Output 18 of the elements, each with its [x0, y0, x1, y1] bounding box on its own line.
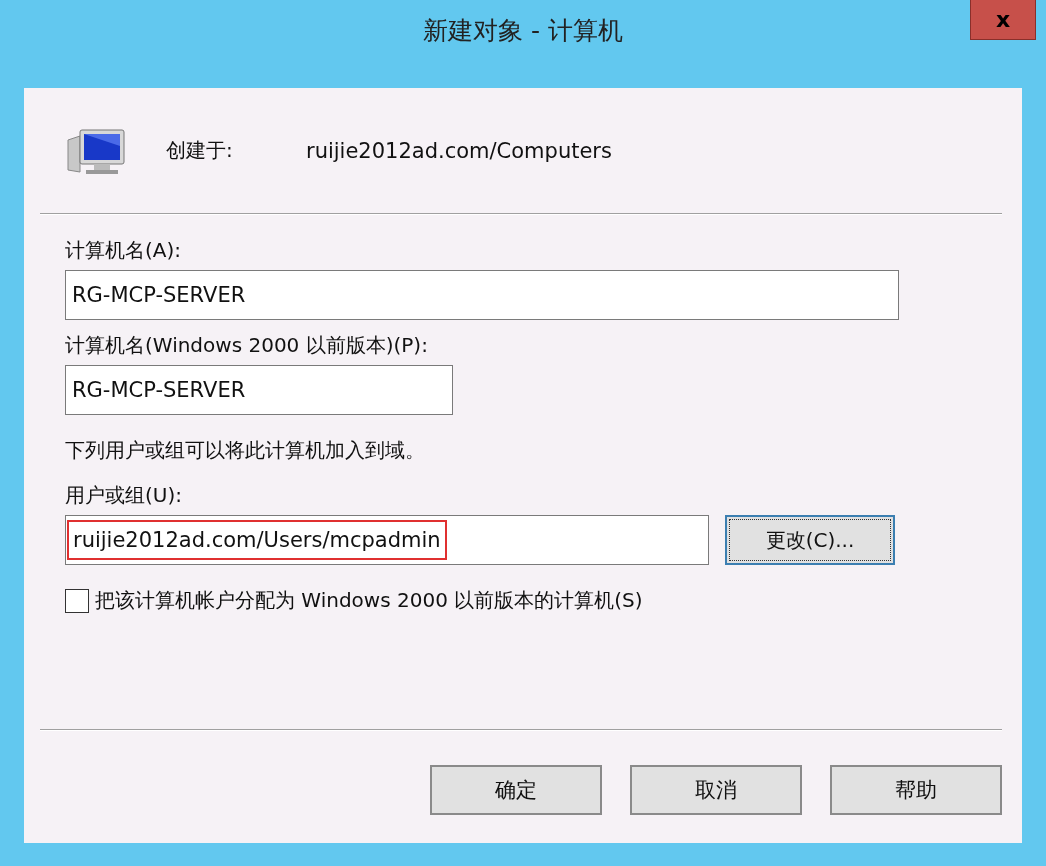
join-note: 下列用户或组可以将此计算机加入到域。: [65, 437, 426, 464]
checkbox-label: 把该计算机帐户分配为 Windows 2000 以前版本的计算机(S): [95, 587, 643, 614]
field-label: 用户或组(U):: [65, 482, 183, 509]
created-in-label: 创建于:: [166, 137, 234, 164]
change-button[interactable]: 更改(C)...: [725, 515, 895, 565]
dialog-button[interactable]: 取消: [630, 765, 802, 815]
highlight-frame: ruijie2012ad.com/Users/mcpadmin: [67, 520, 447, 560]
field-label: 计算机名(A):: [65, 237, 183, 264]
dialog-button[interactable]: 帮助: [830, 765, 1002, 815]
text-field[interactable]: RG-MCP-SERVER: [65, 365, 453, 415]
close-button[interactable]: x: [970, 0, 1036, 40]
field-label: 计算机名(Windows 2000 以前版本)(P):: [65, 332, 429, 359]
window-title: 新建对象 - 计算机: [423, 15, 623, 47]
text-field[interactable]: RG-MCP-SERVER: [65, 270, 899, 320]
created-in-path: ruijie2012ad.com/Computers: [306, 138, 612, 163]
dialog-button[interactable]: 确定: [430, 765, 602, 815]
user-group-field[interactable]: ruijie2012ad.com/Users/mcpadmin: [65, 515, 709, 565]
checkbox[interactable]: [65, 588, 89, 613]
